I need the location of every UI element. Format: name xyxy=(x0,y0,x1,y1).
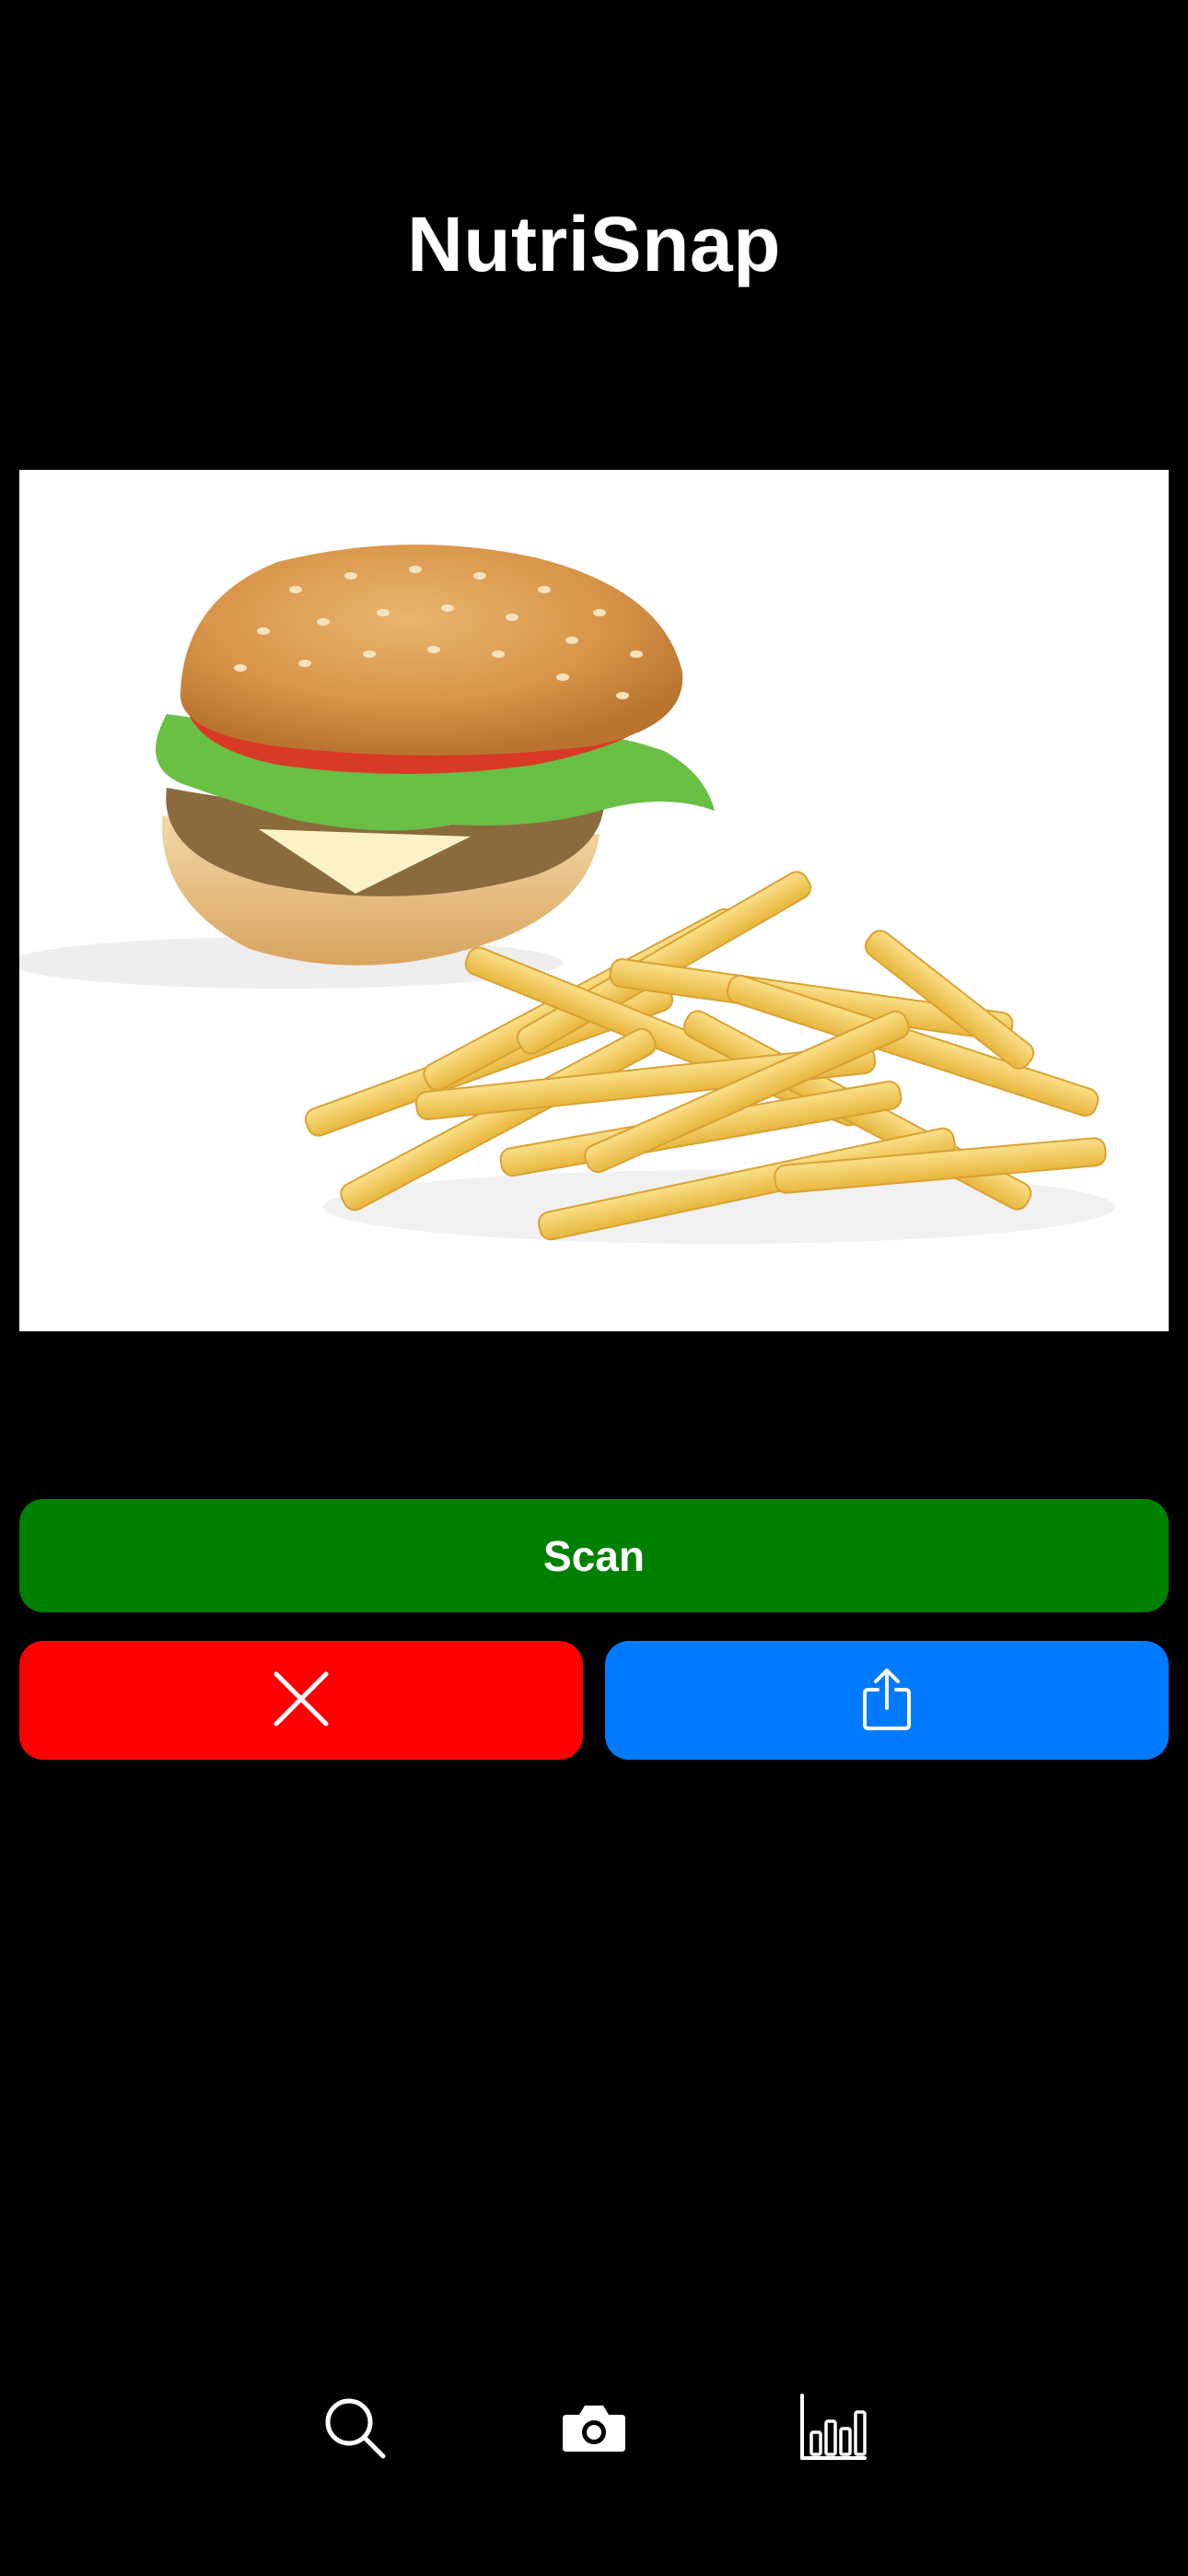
tab-camera[interactable] xyxy=(553,2386,635,2469)
camera-icon xyxy=(561,2402,627,2453)
tab-bar xyxy=(0,2386,1188,2469)
scan-button[interactable]: Scan xyxy=(19,1499,1169,1612)
tab-stats[interactable] xyxy=(792,2386,875,2469)
share-icon xyxy=(861,1668,913,1733)
share-button[interactable] xyxy=(605,1641,1169,1760)
app-title: NutriSnap xyxy=(407,201,781,287)
cancel-button[interactable] xyxy=(19,1641,583,1760)
bar-chart-icon xyxy=(798,2394,868,2462)
tab-search[interactable] xyxy=(313,2386,396,2469)
close-icon xyxy=(273,1670,330,1730)
food-photo xyxy=(19,470,1169,1331)
search-icon xyxy=(322,2395,387,2460)
burger-and-fries-image xyxy=(19,470,1169,1331)
